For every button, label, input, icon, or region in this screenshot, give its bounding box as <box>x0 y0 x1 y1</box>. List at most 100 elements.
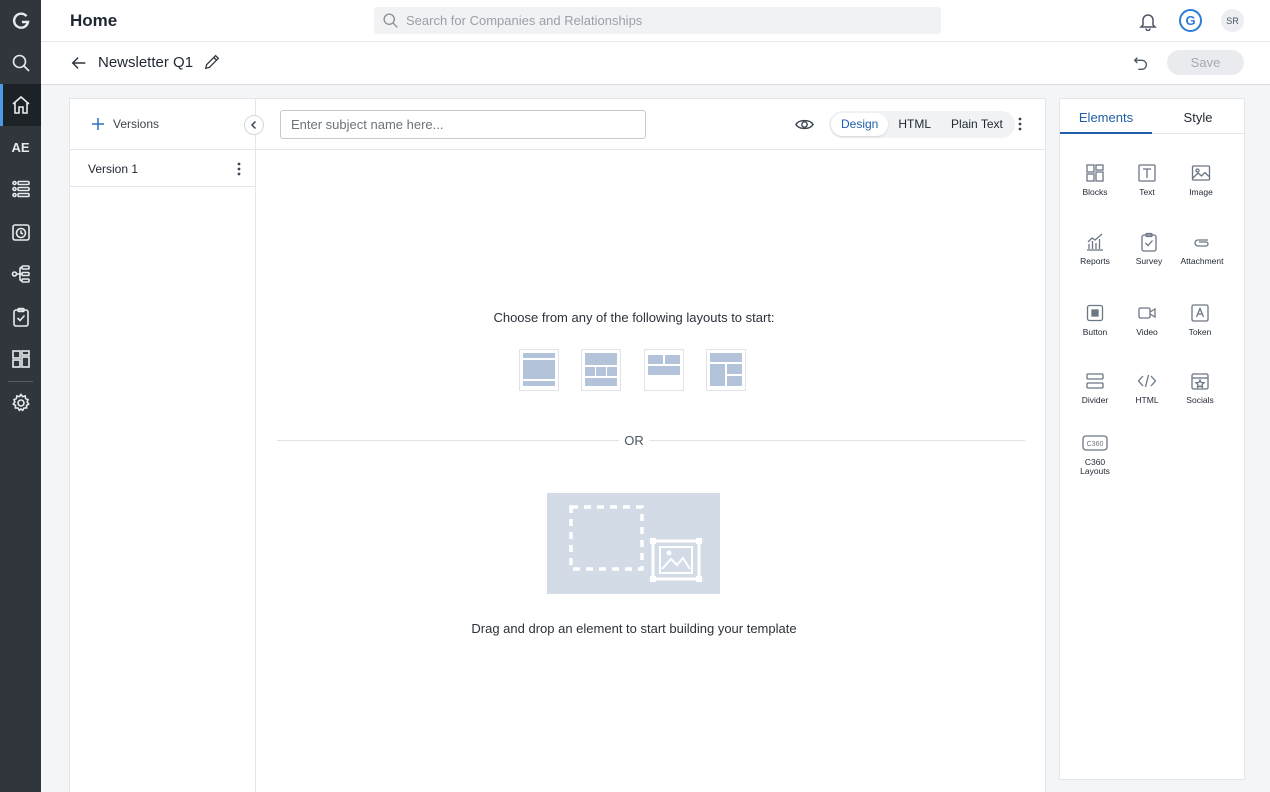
add-version-button[interactable]: Versions <box>91 117 159 131</box>
element-text[interactable]: Text <box>1119 163 1175 197</box>
brand-switcher-button[interactable]: G <box>1179 9 1202 32</box>
c360-layouts-icon: C360 <box>1082 435 1108 451</box>
survey-icon <box>1141 232 1157 252</box>
home-icon <box>11 95 30 114</box>
template-title: Newsletter Q1 <box>98 54 194 71</box>
undo-button[interactable] <box>1132 54 1150 77</box>
editor-more-button[interactable] <box>1016 116 1024 137</box>
back-button[interactable] <box>70 54 88 77</box>
or-label: OR <box>619 433 649 448</box>
layout-option-1[interactable] <box>519 349 559 391</box>
element-label: Token <box>1188 327 1212 337</box>
version-list-item[interactable]: Version 1 <box>70 150 255 187</box>
nav-settings[interactable] <box>0 382 41 424</box>
mode-tab-plain-text[interactable]: Plain Text <box>941 113 1013 136</box>
layout-three-column-icon <box>585 353 617 386</box>
preview-button[interactable] <box>795 116 814 138</box>
element-image[interactable]: Image <box>1173 163 1229 197</box>
save-button[interactable]: Save <box>1167 50 1244 75</box>
element-label: Image <box>1189 187 1213 197</box>
mode-tab-design[interactable]: Design <box>831 113 889 136</box>
element-token[interactable]: Token <box>1172 303 1228 337</box>
layout-option-2[interactable] <box>581 349 621 391</box>
nav-timeline[interactable] <box>0 211 41 253</box>
sub-header: Newsletter Q1 Save <box>41 42 1270 85</box>
dashboard-icon <box>11 350 30 368</box>
element-survey[interactable]: Survey <box>1121 232 1177 266</box>
element-label: Video <box>1136 327 1158 337</box>
element-label: Attachment <box>1180 256 1224 266</box>
nav-journey[interactable] <box>0 253 41 295</box>
editor-canvas[interactable]: Choose from any of the following layouts… <box>256 150 1046 792</box>
brand-logo-icon <box>12 12 29 29</box>
edit-title-button[interactable] <box>203 53 221 76</box>
reports-icon <box>1087 233 1103 251</box>
element-c360-layouts[interactable]: C360 C360 Layouts <box>1067 433 1123 476</box>
notifications-button[interactable] <box>1138 11 1158 36</box>
nav-lists[interactable] <box>0 168 41 210</box>
token-icon <box>1191 304 1209 322</box>
tab-elements[interactable]: Elements <box>1060 99 1152 134</box>
html-icon <box>1137 374 1157 388</box>
tab-style[interactable]: Style <box>1152 99 1244 134</box>
plus-icon <box>92 118 104 130</box>
nav-ae[interactable]: AE <box>0 126 41 168</box>
search-input[interactable] <box>406 13 926 28</box>
panel-tabs: Elements Style <box>1060 99 1244 134</box>
mode-switcher: Design HTML Plain Text <box>829 111 1015 138</box>
top-header: Home G SR <box>41 0 1270 42</box>
divider-icon <box>1086 373 1104 389</box>
kebab-menu-icon <box>237 162 241 176</box>
element-label: HTML <box>1135 395 1159 405</box>
element-attachment[interactable]: Attachment <box>1174 232 1230 266</box>
subject-input[interactable] <box>280 110 646 139</box>
nav-dashboards[interactable] <box>0 338 41 380</box>
left-nav-rail: AE <box>0 0 41 792</box>
element-video[interactable]: Video <box>1119 303 1175 337</box>
global-search[interactable] <box>374 7 941 34</box>
versions-pane: Versions Version 1 <box>70 99 256 792</box>
choose-layout-prompt: Choose from any of the following layouts… <box>493 310 775 325</box>
layout-option-4[interactable] <box>706 349 746 391</box>
clock-calendar-icon <box>11 224 30 241</box>
or-divider <box>277 440 1025 441</box>
page-title: Home <box>70 11 118 30</box>
version-label: Version 1 <box>88 162 139 176</box>
element-blocks[interactable]: Blocks <box>1067 163 1123 197</box>
chevron-left-icon <box>250 120 257 130</box>
element-label: Divider <box>1081 395 1109 405</box>
version-menu-button[interactable] <box>235 161 243 182</box>
image-icon <box>1191 165 1211 181</box>
bell-icon <box>1139 14 1157 32</box>
element-socials[interactable]: Socials <box>1172 371 1228 405</box>
element-divider[interactable]: Divider <box>1067 371 1123 405</box>
layout-two-column-icon <box>648 355 680 375</box>
layout-sidebar-grid-icon <box>710 353 742 386</box>
user-avatar[interactable]: SR <box>1221 9 1244 32</box>
collapse-versions-button[interactable] <box>244 115 264 135</box>
layout-option-3[interactable] <box>644 349 684 391</box>
add-version-label: Versions <box>113 117 160 131</box>
brand-logo[interactable] <box>0 0 41 42</box>
element-label: Survey <box>1135 256 1163 266</box>
drag-drop-prompt: Drag and drop an element to start buildi… <box>471 621 797 636</box>
attachment-icon <box>1194 239 1209 247</box>
element-reports[interactable]: Reports <box>1067 232 1123 266</box>
nav-home[interactable] <box>0 84 41 126</box>
versions-header: Versions <box>70 99 255 150</box>
element-html[interactable]: HTML <box>1119 371 1175 405</box>
eye-icon <box>795 119 814 130</box>
element-button[interactable]: Button <box>1067 303 1123 337</box>
blocks-icon <box>1086 164 1104 182</box>
element-label: Text <box>1139 187 1155 197</box>
element-label: Reports <box>1080 256 1110 266</box>
nav-surveys[interactable] <box>0 296 41 338</box>
list-icon <box>11 180 30 198</box>
button-icon <box>1086 304 1104 322</box>
pencil-icon <box>204 54 220 70</box>
editor-card: Versions Version 1 Design HTML Plain Tex… <box>69 98 1046 792</box>
flow-icon <box>11 265 30 283</box>
search-icon <box>383 13 398 28</box>
nav-search[interactable] <box>0 42 41 84</box>
mode-tab-html[interactable]: HTML <box>888 113 941 136</box>
